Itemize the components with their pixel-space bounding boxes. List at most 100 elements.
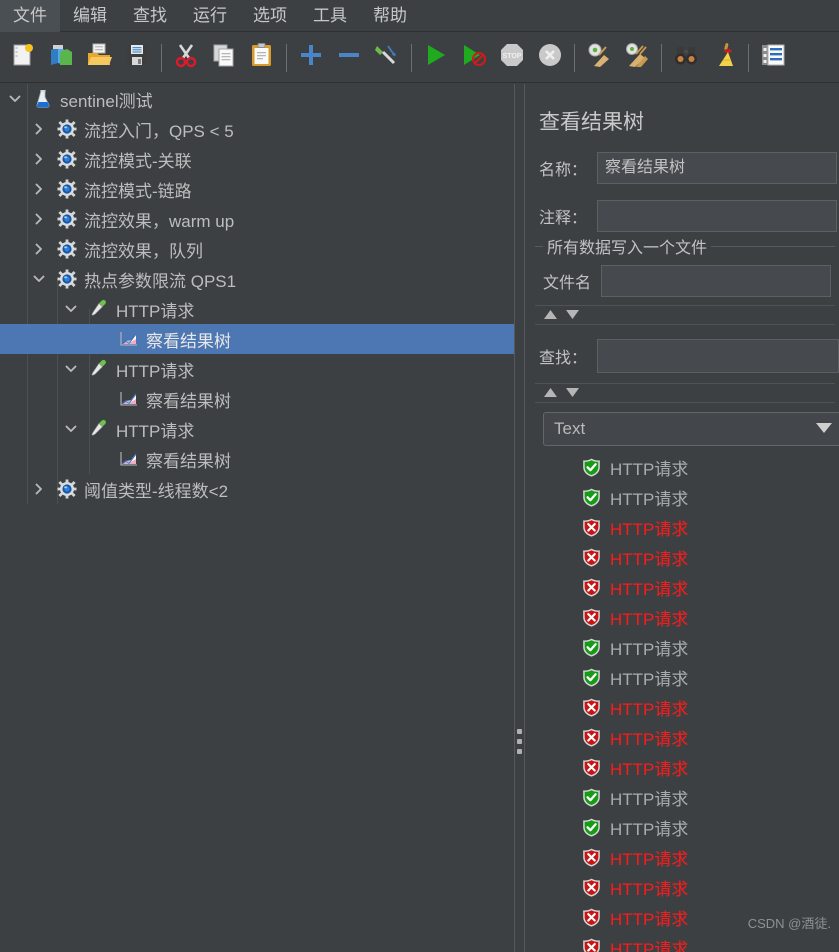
- clear-all-button[interactable]: [618, 37, 656, 79]
- result-list-item[interactable]: HTTP请求: [525, 602, 839, 632]
- result-list-item[interactable]: HTTP请求: [525, 872, 839, 902]
- paste-clipboard-icon: [249, 42, 275, 73]
- scroll-spinner-top[interactable]: [535, 305, 835, 325]
- result-list-item[interactable]: HTTP请求: [525, 632, 839, 662]
- chevron-down-icon[interactable]: [62, 420, 80, 438]
- tree-twisty-empty: [92, 450, 110, 468]
- paste-clipboard-button[interactable]: [243, 37, 281, 79]
- tree-node[interactable]: 察看结果树: [0, 324, 514, 354]
- triangle-down-icon[interactable]: [566, 384, 579, 402]
- result-list-item[interactable]: HTTP请求: [525, 662, 839, 692]
- start-play-button[interactable]: [417, 37, 455, 79]
- chevron-right-icon[interactable]: [30, 240, 48, 258]
- comment-field-row: 注释：: [525, 200, 839, 232]
- tree-node[interactable]: HTTP请求: [0, 414, 514, 444]
- expand-plus-button[interactable]: [292, 37, 330, 79]
- panel-splitter[interactable]: [514, 84, 525, 952]
- tree-node[interactable]: 流控入门，QPS < 5: [0, 114, 514, 144]
- toolbar-separator: [661, 43, 662, 72]
- tree-node-label: HTTP请求: [116, 361, 195, 381]
- menu-bar: 文件 编辑 查找 运行 选项 工具 帮助: [0, 0, 839, 32]
- new-file-button[interactable]: [4, 37, 42, 79]
- chevron-right-icon[interactable]: [30, 180, 48, 198]
- result-list-item[interactable]: HTTP请求: [525, 452, 839, 482]
- search-binoculars-button[interactable]: [667, 37, 705, 79]
- chevron-right-icon[interactable]: [30, 210, 48, 228]
- result-list-item[interactable]: HTTP请求: [525, 542, 839, 572]
- results-list[interactable]: HTTP请求 HTTP请求 HTTP请求 HTTP请求 HTTP请求 HTTP请求 HTTP…: [525, 452, 839, 952]
- menu-help[interactable]: 帮助: [360, 0, 420, 32]
- triangle-up-icon[interactable]: [544, 384, 557, 402]
- write-all-data-groupbox: 所有数据写入一个文件: [535, 234, 835, 258]
- collapse-minus-button[interactable]: [330, 37, 368, 79]
- function-helper-button[interactable]: [754, 37, 792, 79]
- cut-scissors-button[interactable]: [167, 37, 205, 79]
- tree-node[interactable]: HTTP请求: [0, 354, 514, 384]
- tree-node[interactable]: 察看结果树: [0, 384, 514, 414]
- tree-node[interactable]: 察看结果树: [0, 444, 514, 474]
- result-list-item[interactable]: HTTP请求: [525, 482, 839, 512]
- tree-node[interactable]: 阈值类型-线程数<2: [0, 474, 514, 504]
- failure-shield-icon: [581, 757, 601, 777]
- result-list-item[interactable]: HTTP请求: [525, 722, 839, 752]
- templates-button[interactable]: [42, 37, 80, 79]
- result-list-item[interactable]: HTTP请求: [525, 812, 839, 842]
- tree-twisty-empty: [92, 330, 110, 348]
- thread-group-gear-icon: [56, 118, 78, 140]
- comment-input[interactable]: [597, 200, 838, 232]
- search-input[interactable]: [597, 339, 839, 373]
- menu-file[interactable]: 文件: [0, 0, 60, 32]
- filename-input[interactable]: [601, 265, 832, 297]
- result-list-item[interactable]: HTTP请求: [525, 512, 839, 542]
- reset-search-broom-button[interactable]: [705, 37, 743, 79]
- save-button[interactable]: [118, 37, 156, 79]
- result-list-item[interactable]: HTTP请求: [525, 752, 839, 782]
- menu-run[interactable]: 运行: [180, 0, 240, 32]
- chevron-down-icon[interactable]: [30, 270, 48, 288]
- shutdown-button[interactable]: [531, 37, 569, 79]
- chevron-down-icon[interactable]: [816, 420, 832, 438]
- result-list-item[interactable]: HTTP请求: [525, 692, 839, 722]
- toggle-element-button[interactable]: [368, 37, 406, 79]
- test-plan-tree[interactable]: sentinel测试 流控入门，QPS < 5 流控模式-关联 流控模式-链路 流控效果…: [0, 84, 514, 952]
- stop-button[interactable]: STOP: [493, 37, 531, 79]
- menu-tools[interactable]: 工具: [300, 0, 360, 32]
- tree-node-label: 察看结果树: [146, 331, 231, 351]
- tree-node[interactable]: 流控模式-关联: [0, 144, 514, 174]
- tree-node-label: HTTP请求: [116, 301, 195, 321]
- result-list-item[interactable]: HTTP请求: [525, 842, 839, 872]
- triangle-up-icon[interactable]: [544, 306, 557, 324]
- tree-node[interactable]: 流控效果，warm up: [0, 204, 514, 234]
- copy-button[interactable]: [205, 37, 243, 79]
- renderer-dropdown[interactable]: Text: [543, 412, 839, 446]
- splitter-grip[interactable]: [517, 729, 522, 759]
- scroll-spinner-bottom[interactable]: [535, 383, 835, 403]
- chevron-right-icon[interactable]: [30, 120, 48, 138]
- chevron-down-icon[interactable]: [62, 300, 80, 318]
- menu-options[interactable]: 选项: [240, 0, 300, 32]
- chevron-right-icon[interactable]: [30, 480, 48, 498]
- tree-node[interactable]: sentinel测试: [0, 84, 514, 114]
- name-input[interactable]: 察看结果树: [597, 152, 838, 184]
- toggle-element-icon: [374, 42, 400, 73]
- result-list-item[interactable]: HTTP请求: [525, 932, 839, 952]
- open-folder-button[interactable]: [80, 37, 118, 79]
- chevron-right-icon[interactable]: [30, 150, 48, 168]
- result-item-label: HTTP请求: [610, 699, 689, 719]
- tree-node[interactable]: HTTP请求: [0, 294, 514, 324]
- tree-node[interactable]: 流控效果，队列: [0, 234, 514, 264]
- tree-node[interactable]: 热点参数限流 QPS1: [0, 264, 514, 294]
- result-item-label: HTTP请求: [610, 729, 689, 749]
- chevron-down-icon[interactable]: [6, 90, 24, 108]
- result-item-label: HTTP请求: [610, 489, 689, 509]
- chevron-down-icon[interactable]: [62, 360, 80, 378]
- menu-edit[interactable]: 编辑: [60, 0, 120, 32]
- start-no-pauses-button[interactable]: [455, 37, 493, 79]
- menu-search[interactable]: 查找: [120, 0, 180, 32]
- tree-node[interactable]: 流控模式-链路: [0, 174, 514, 204]
- result-list-item[interactable]: HTTP请求: [525, 782, 839, 812]
- triangle-down-icon[interactable]: [566, 306, 579, 324]
- result-list-item[interactable]: HTTP请求: [525, 572, 839, 602]
- toolbar-separator: [748, 43, 749, 72]
- clear-button[interactable]: [580, 37, 618, 79]
